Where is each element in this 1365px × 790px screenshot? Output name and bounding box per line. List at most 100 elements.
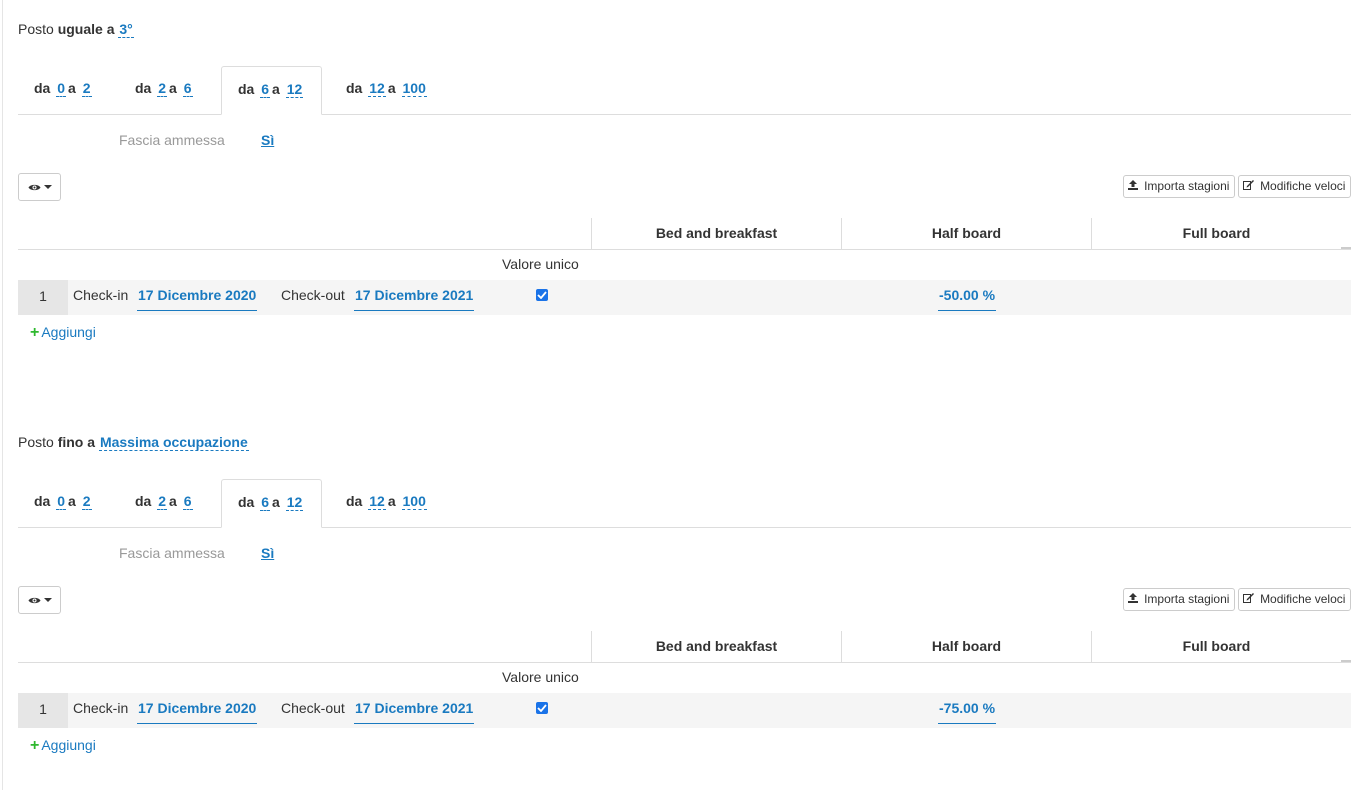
import-seasons-button[interactable]: Importa stagioni — [1123, 588, 1236, 611]
view-options-button[interactable] — [18, 586, 61, 614]
edit-icon — [1243, 593, 1257, 606]
tab-from-value[interactable]: 12 — [368, 493, 386, 510]
tab-a-label: a — [387, 80, 396, 96]
chevron-down-icon — [43, 598, 52, 602]
tab-da-label: da — [346, 80, 363, 96]
tab-from-value[interactable]: 2 — [157, 493, 168, 510]
posto-section-1: Posto uguale a 3° da 0a 2 da 2a 6 da 6a … — [18, 19, 1352, 359]
fascia-ammessa-link[interactable]: Sì — [261, 132, 274, 148]
add-row-label: Aggiungi — [41, 737, 96, 753]
tab-from-value[interactable]: 0 — [56, 80, 67, 97]
rates-table-header: Bed and breakfast Half board Full board — [18, 631, 1351, 663]
fascia-ammessa-value: Sì — [261, 132, 274, 148]
checkin-label: Check-in — [73, 700, 129, 716]
checkout-date-link[interactable]: 17 Dicembre 2021 — [354, 693, 475, 724]
checkin-label: Check-in — [73, 287, 129, 303]
edit-icon — [1243, 180, 1257, 193]
add-row-button[interactable]: + Aggiungi — [30, 737, 96, 755]
tab-age-range-0-2[interactable]: da 0a 2 — [18, 66, 110, 113]
checkout-label: Check-out — [281, 287, 345, 303]
tab-a-label: a — [272, 81, 280, 97]
posto-section-2: Posto fino a Massima occupazione da 0a 2… — [18, 432, 1352, 772]
posto-prefix: Posto — [18, 21, 54, 37]
tab-age-range-6-12[interactable]: da 6a 12 — [221, 479, 323, 528]
valore-unico-checkbox[interactable] — [536, 702, 548, 714]
checkout-label: Check-out — [281, 700, 345, 716]
tab-age-range-2-6[interactable]: da 2a 6 — [119, 66, 211, 113]
tab-da-label: da — [346, 493, 363, 509]
age-range-tabs: da 0a 2 da 2a 6 da 6a 12 da 12 a 100 — [18, 479, 1351, 528]
fascia-ammessa-link[interactable]: Sì — [261, 545, 274, 561]
tab-from-value[interactable]: 2 — [157, 80, 168, 97]
tab-to-value[interactable]: 6 — [182, 80, 193, 97]
tab-age-range-6-12[interactable]: da 6a 12 — [221, 66, 323, 115]
half-board-value-link[interactable]: -50.00 % — [938, 280, 997, 311]
fascia-ammessa-label: Fascia ammessa — [119, 132, 225, 148]
tab-da-label: da — [238, 494, 255, 510]
header-edge-marker — [1341, 660, 1351, 662]
tab-age-range-12-100[interactable]: da 12 a 100 — [330, 66, 445, 113]
tab-from-value[interactable]: 6 — [260, 494, 271, 511]
quick-edit-label: Modifiche veloci — [1260, 592, 1346, 606]
tab-a-label: a — [169, 493, 177, 509]
checkout-date-link[interactable]: 17 Dicembre 2021 — [354, 280, 475, 311]
tab-a-label: a — [169, 80, 177, 96]
plus-icon: + — [30, 324, 40, 341]
check-icon — [537, 291, 547, 299]
tab-a-label: a — [387, 493, 396, 509]
tab-from-value[interactable]: 0 — [56, 493, 67, 510]
tab-to-value[interactable]: 100 — [401, 80, 427, 97]
tab-to-value[interactable]: 100 — [401, 493, 427, 510]
checkin-date-link[interactable]: 17 Dicembre 2020 — [137, 693, 258, 724]
fascia-ammessa-value: Sì — [261, 545, 274, 561]
posto-value-link[interactable]: Massima occupazione — [98, 434, 249, 451]
add-row-label: Aggiungi — [41, 324, 96, 340]
import-seasons-button[interactable]: Importa stagioni — [1123, 175, 1236, 198]
valore-unico-label: Valore unico — [502, 669, 579, 685]
checkin-date-link[interactable]: 17 Dicembre 2020 — [137, 280, 258, 311]
tab-to-value[interactable]: 2 — [81, 493, 92, 510]
age-range-tabs: da 0a 2 da 2a 6 da 6a 12 da 12 a 100 — [18, 66, 1351, 115]
tab-da-label: da — [135, 80, 152, 96]
column-bed-and-breakfast: Bed and breakfast — [591, 218, 841, 249]
tab-to-value[interactable]: 12 — [285, 81, 304, 98]
posto-value-link[interactable]: 3° — [118, 21, 134, 38]
tab-to-value[interactable]: 12 — [285, 494, 304, 511]
tab-a-label: a — [272, 494, 280, 510]
table-row: 1 Check-in 17 Dicembre 2020 Check-out 17… — [18, 693, 1351, 728]
tab-age-range-12-100[interactable]: da 12 a 100 — [330, 479, 445, 526]
tab-a-label: a — [68, 80, 76, 96]
tab-age-range-2-6[interactable]: da 2a 6 — [119, 479, 211, 526]
tab-from-value[interactable]: 12 — [368, 80, 386, 97]
tab-to-value[interactable]: 6 — [182, 493, 193, 510]
tab-from-value[interactable]: 6 — [260, 81, 271, 98]
tab-age-range-0-2[interactable]: da 0a 2 — [18, 479, 110, 526]
tab-to-value[interactable]: 2 — [81, 80, 92, 97]
table-row: 1 Check-in 17 Dicembre 2020 Check-out 17… — [18, 280, 1351, 315]
eye-icon — [28, 592, 41, 608]
quick-edit-button[interactable]: Modifiche veloci — [1238, 588, 1352, 611]
view-options-button[interactable] — [18, 173, 61, 201]
upload-icon — [1128, 180, 1141, 193]
valore-unico-checkbox[interactable] — [536, 289, 548, 301]
header-edge-marker — [1341, 247, 1351, 249]
column-full-board: Full board — [1091, 218, 1341, 249]
tab-da-label: da — [34, 80, 51, 96]
row-index: 1 — [18, 693, 68, 728]
posto-prefix: Posto — [18, 434, 54, 450]
posto-operator: uguale a — [57, 21, 115, 37]
page-left-border — [2, 0, 3, 790]
import-seasons-label: Importa stagioni — [1144, 179, 1230, 193]
row-index: 1 — [18, 280, 68, 315]
quick-edit-button[interactable]: Modifiche veloci — [1238, 175, 1352, 198]
column-half-board: Half board — [841, 631, 1091, 662]
valore-unico-label: Valore unico — [502, 256, 579, 272]
rates-table-header: Bed and breakfast Half board Full board — [18, 218, 1351, 250]
half-board-value-link[interactable]: -75.00 % — [938, 693, 997, 724]
add-row-button[interactable]: + Aggiungi — [30, 324, 96, 342]
posto-operator: fino a — [57, 434, 96, 450]
eye-icon — [28, 179, 41, 195]
column-half-board: Half board — [841, 218, 1091, 249]
import-seasons-label: Importa stagioni — [1144, 592, 1230, 606]
column-full-board: Full board — [1091, 631, 1341, 662]
